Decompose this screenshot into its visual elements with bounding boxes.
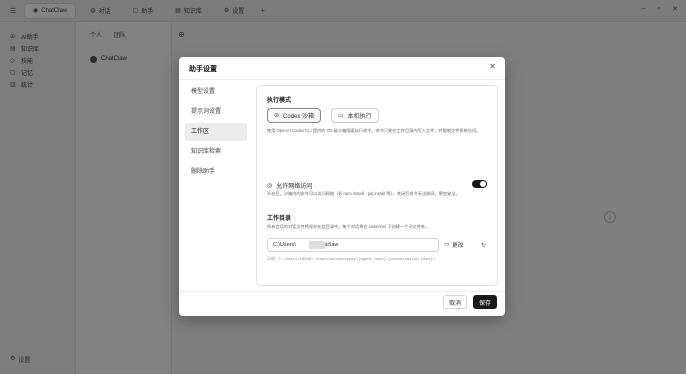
globe-icon: ◎ — [267, 183, 273, 189]
nav-prompt-settings[interactable]: 提示词设置 — [185, 103, 247, 121]
sandbox-mode-label: Codex 沙箱 — [283, 114, 315, 120]
change-directory-button[interactable]: ▭ 更改 — [444, 238, 463, 252]
nav-workspace[interactable]: 工作区 — [185, 123, 247, 141]
change-directory-label: 更改 — [452, 243, 464, 249]
save-button[interactable]: 保存 — [473, 295, 497, 309]
folder-icon: ▭ — [444, 242, 450, 248]
settings-nav: 模型设置 提示词设置 工作区 知识库检索 删除助手 — [185, 83, 247, 183]
divider — [179, 291, 505, 292]
network-access-description: 开启后，沙箱内的命令可以访问网络（如 npm install、pip insta… — [267, 191, 460, 196]
redacted-username — [309, 241, 325, 249]
workdir-example: 示例：C:\Users\10940\.chatclaw\sessions\{ag… — [267, 258, 436, 262]
workdir-description: 所有会话的对话文件将保存在此目录中。每个对话将在 sessions/ 下创建一个… — [267, 224, 430, 229]
path-prefix: C:\Users\ — [273, 242, 296, 248]
nav-knowledge-retrieval[interactable]: 知识库检索 — [185, 143, 247, 161]
network-access-toggle[interactable] — [472, 180, 487, 188]
sandbox-mode-button[interactable]: ⊘ Codex 沙箱 — [267, 108, 322, 123]
nav-model-settings[interactable]: 模型设置 — [185, 83, 247, 101]
monitor-icon: ▭ — [338, 113, 344, 119]
workdir-title: 工作目录 — [267, 216, 292, 222]
network-access-label: 允许网络访问 — [276, 184, 313, 190]
assistant-settings-dialog: 助手设置 ✕ 模型设置 提示词设置 工作区 知识库检索 删除助手 执行模式 ⊘ … — [179, 57, 505, 316]
reset-icon: ↻ — [481, 242, 487, 249]
network-access-row: ◎ 允许网络访问 — [267, 181, 312, 190]
nav-delete-assistant[interactable]: 删除助手 — [185, 163, 247, 181]
exec-mode-description: 使用 OpenAI Codex CLI 提供的 OS 级沙箱隔离执行命令。命令只… — [267, 128, 481, 133]
workspace-panel: 执行模式 ⊘ Codex 沙箱 ▭ 本机执行 使用 OpenAI Codex C… — [256, 85, 498, 286]
shield-icon: ⊘ — [274, 113, 280, 119]
local-mode-button[interactable]: ▭ 本机执行 — [331, 108, 379, 123]
cancel-button[interactable]: 取消 — [443, 295, 467, 309]
dialog-title: 助手设置 — [189, 66, 217, 73]
divider — [179, 79, 505, 80]
reset-directory-button[interactable]: ↻ — [481, 238, 486, 252]
exec-mode-title: 执行模式 — [267, 98, 292, 104]
workdir-path-field[interactable]: C:\Users\ \.chatclaw — [267, 238, 439, 252]
close-icon[interactable]: ✕ — [489, 62, 496, 71]
local-mode-label: 本机执行 — [347, 114, 372, 120]
